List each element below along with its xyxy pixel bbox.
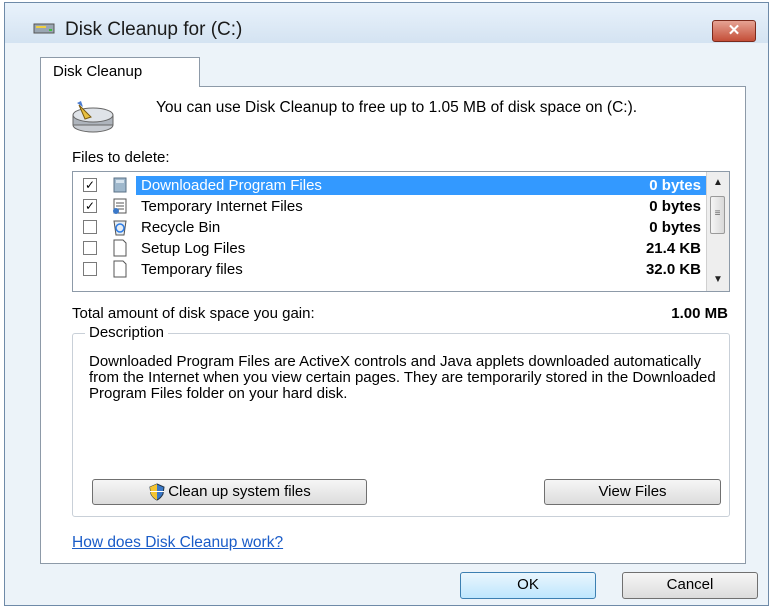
tab-disk-cleanup[interactable]: Disk Cleanup [40,57,200,87]
item-label-area: Recycle Bin 0 bytes [136,218,707,237]
disk-cleanup-icon [72,101,114,133]
description-legend: Description [85,324,169,341]
item-name: Temporary files [141,261,243,278]
checkbox[interactable]: ✓ [83,199,97,213]
item-name: Temporary Internet Files [141,198,303,215]
total-space-label: Total amount of disk space you gain: [72,305,315,322]
scroll-down-arrow-icon[interactable]: ▼ [709,271,727,289]
view-files-button[interactable]: View Files [544,479,721,505]
list-item[interactable]: ✓ Temporary Internet Files 0 bytes [73,196,707,217]
disk-cleanup-window: Disk Cleanup for (C:) ✕ Disk Cleanup You… [4,2,769,606]
item-size: 21.4 KB [645,240,701,257]
item-size: 0 bytes [649,177,701,194]
scroll-up-arrow-icon[interactable]: ▲ [709,174,727,192]
item-size: 32.0 KB [645,261,701,278]
item-size: 0 bytes [649,198,701,215]
internet-files-icon [113,198,127,214]
files-listbox[interactable]: ✓ Downloaded Program Files 0 bytes ✓ Tem… [72,171,730,292]
file-icon [113,239,127,257]
selection-highlight: Downloaded Program Files 0 bytes [136,176,707,195]
drive-icon [33,23,55,34]
item-label-area: Temporary files 32.0 KB [136,260,707,279]
program-files-icon [113,177,127,193]
tab-panel: You can use Disk Cleanup to free up to 1… [40,86,746,564]
list-scrollbar[interactable]: ▲ ≡ ▼ [706,172,729,291]
files-to-delete-label: Files to delete: [72,149,170,166]
list-item[interactable]: Recycle Bin 0 bytes [73,217,707,238]
window-title: Disk Cleanup for (C:) [65,19,243,40]
intro-text: You can use Disk Cleanup to free up to 1… [156,99,638,116]
close-button[interactable]: ✕ [712,20,756,42]
item-name: Recycle Bin [141,219,221,236]
uac-shield-icon [149,483,165,501]
list-item[interactable]: Setup Log Files 21.4 KB [73,238,707,259]
file-icon [113,260,127,278]
description-group: Description Downloaded Program Files are… [72,324,730,517]
scroll-thumb[interactable]: ≡ [710,196,725,234]
help-link[interactable]: How does Disk Cleanup work? [72,534,283,552]
clean-up-system-files-label: Clean up system files [168,483,311,500]
item-label-area: Temporary Internet Files 0 bytes [136,197,707,216]
list-item[interactable]: Temporary files 32.0 KB [73,259,707,280]
checkbox[interactable] [83,262,97,276]
item-label-area: Setup Log Files 21.4 KB [136,239,707,258]
item-name: Setup Log Files [141,240,246,257]
checkbox[interactable]: ✓ [83,178,97,192]
cancel-button[interactable]: Cancel [622,572,758,599]
clean-up-system-files-button[interactable]: Clean up system files [92,479,367,505]
ok-button[interactable]: OK [460,572,596,599]
checkbox[interactable] [83,220,97,234]
item-name: Downloaded Program Files [141,177,322,194]
list-item[interactable]: ✓ Downloaded Program Files 0 bytes [73,175,707,196]
recycle-bin-icon [113,220,127,236]
description-text: Downloaded Program Files are ActiveX con… [89,353,716,402]
total-space-value: 1.00 MB [671,305,728,322]
item-size: 0 bytes [649,219,701,236]
title-bar[interactable]: Disk Cleanup for (C:) ✕ [5,3,768,43]
checkbox[interactable] [83,241,97,255]
